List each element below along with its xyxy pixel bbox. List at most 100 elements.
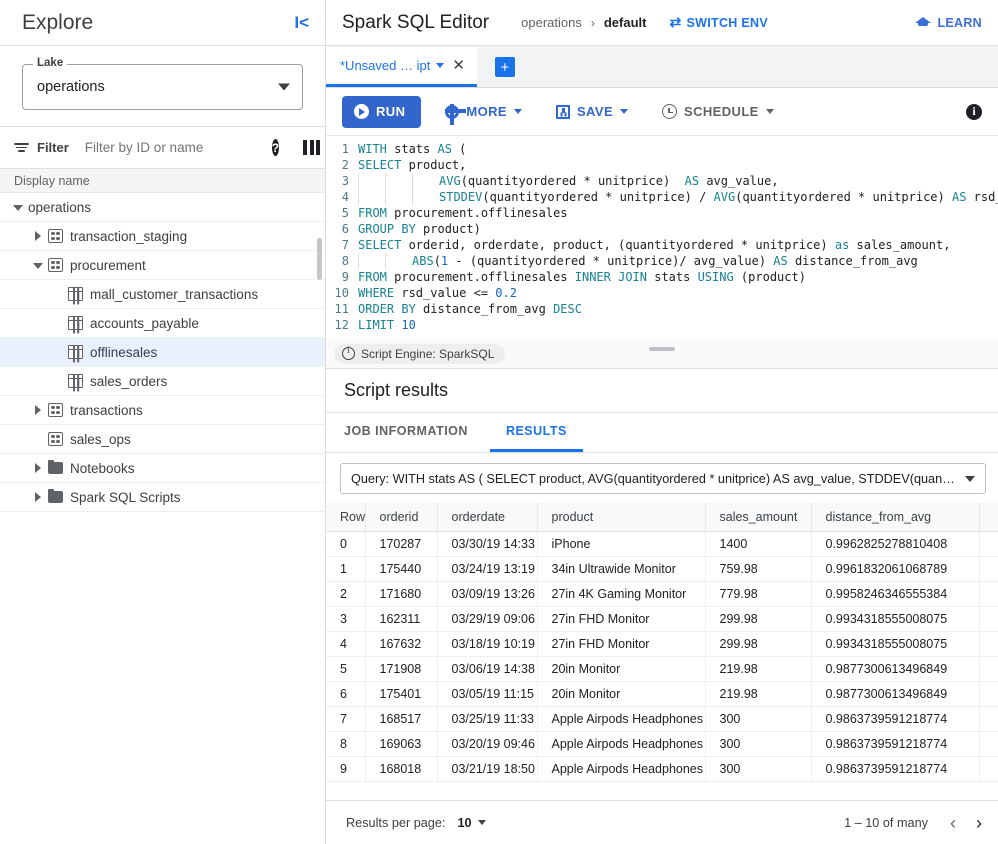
add-tab-button[interactable]: + bbox=[494, 57, 515, 77]
table-row[interactable]: 1 175440 03/24/19 13:19 34in Ultrawide Moni… bbox=[326, 556, 998, 582]
table-row[interactable]: 7 168517 03/25/19 11:33 Apple Airpods Headp… bbox=[326, 706, 998, 732]
run-button[interactable]: RUN bbox=[342, 95, 422, 128]
columns-toggle-icon[interactable] bbox=[303, 140, 321, 155]
script-engine-label: Script Engine: SparkSQL bbox=[361, 346, 495, 361]
sql-number: 0.2 bbox=[495, 286, 517, 300]
close-icon[interactable]: ✕ bbox=[452, 58, 465, 73]
column-header[interactable]: distance_from_avg bbox=[811, 503, 980, 532]
sql-keyword: AS bbox=[773, 254, 788, 268]
sql-code[interactable]: 1 WITH stats AS (2 SELECT product, 3 AVG(qua… bbox=[326, 136, 998, 333]
table-icon bbox=[68, 287, 83, 301]
table-cell: 8 bbox=[326, 731, 366, 757]
chevron-down-icon[interactable] bbox=[436, 63, 445, 68]
drag-handle-icon[interactable] bbox=[649, 347, 675, 351]
save-button[interactable]: SAVE bbox=[546, 96, 638, 128]
chevron-down-icon[interactable] bbox=[477, 820, 486, 825]
next-page-button[interactable]: › bbox=[976, 814, 982, 832]
column-header[interactable]: Row bbox=[326, 503, 366, 532]
chevron-right-icon[interactable] bbox=[32, 404, 45, 417]
code-line: 12 LIMIT 10 bbox=[326, 317, 998, 333]
table-cell: 175440 bbox=[365, 556, 438, 582]
query-select[interactable]: Query: WITH stats AS ( SELECT product, A… bbox=[340, 463, 986, 494]
table-cell: 300 bbox=[705, 756, 812, 782]
tree-item-notebooks[interactable]: Notebooks bbox=[0, 454, 325, 483]
table-row[interactable]: 9 168018 03/21/19 18:50 Apple Airpods Headp… bbox=[326, 756, 998, 782]
sql-editor[interactable]: 1 WITH stats AS (2 SELECT product, 3 AVG(qua… bbox=[326, 136, 998, 339]
caret-placeholder bbox=[52, 375, 65, 388]
sidebar-scrollbar-thumb[interactable] bbox=[317, 238, 322, 280]
chevron-down-icon[interactable] bbox=[278, 83, 290, 91]
schedule-button[interactable]: SCHEDULE bbox=[652, 96, 784, 128]
tree-item-spark sql scripts[interactable]: Spark SQL Scripts bbox=[0, 483, 325, 512]
more-button[interactable]: MORE bbox=[435, 96, 532, 128]
column-header[interactable] bbox=[979, 503, 998, 532]
tree-item-mall-customer-transactions[interactable]: mall_customer_transactions bbox=[0, 280, 325, 309]
info-icon[interactable]: i bbox=[966, 103, 982, 120]
table-row[interactable]: 2 171680 03/09/19 13:26 27in 4K Gaming Moni… bbox=[326, 581, 998, 607]
sql-number: 10 bbox=[401, 318, 416, 332]
filter-input[interactable] bbox=[76, 139, 264, 156]
tree-item-operations[interactable]: operations bbox=[0, 193, 325, 222]
prev-page-button[interactable]: ‹ bbox=[950, 814, 956, 832]
code-text: WITH stats AS ( bbox=[358, 141, 466, 157]
table-cell: 03/30/19 14:33 bbox=[437, 531, 538, 557]
table-cell: 03/21/19 18:50 bbox=[437, 756, 538, 782]
tab-results[interactable]: RESULTS bbox=[489, 413, 583, 452]
lake-select[interactable]: Lake operations bbox=[22, 57, 303, 110]
chevron-right-icon[interactable] bbox=[32, 230, 45, 243]
table-cell: 0.9962825278810408 bbox=[811, 531, 980, 557]
table-cell: 219.98 bbox=[705, 656, 812, 682]
table-row[interactable]: 6 175401 03/05/19 11:15 20in Monitor 219.98 0… bbox=[326, 681, 998, 707]
tree-item-transaction-staging[interactable]: transaction_staging bbox=[0, 222, 325, 251]
table-row[interactable]: 8 169063 03/20/19 09:46 Apple Airpods Headp… bbox=[326, 731, 998, 757]
results-table-wrap[interactable]: Row orderid orderdate product sales_amount di… bbox=[326, 503, 998, 800]
table-row[interactable]: 0 170287 03/30/19 14:33 iPhone 1400 0.9962825… bbox=[326, 531, 998, 557]
chevron-right-icon[interactable] bbox=[32, 462, 45, 475]
tree-item-offlinesales[interactable]: offlinesales bbox=[0, 338, 325, 367]
tree-item-sales-ops[interactable]: sales_ops bbox=[0, 425, 325, 454]
table-cell: 171680 bbox=[365, 581, 438, 607]
switch-env-button[interactable]: ⇄ SWITCH ENV bbox=[669, 14, 768, 31]
line-number: 12 bbox=[334, 318, 349, 332]
tree-item-accounts-payable[interactable]: accounts_payable bbox=[0, 309, 325, 338]
tab-job-information[interactable]: JOB INFORMATION bbox=[344, 413, 490, 452]
column-header[interactable]: product bbox=[537, 503, 706, 532]
table-cell: 03/18/19 10:19 bbox=[437, 631, 538, 657]
run-label: RUN bbox=[376, 104, 406, 119]
tree-item-label: transactions bbox=[70, 402, 143, 418]
chevron-down-icon[interactable] bbox=[965, 475, 975, 482]
column-header[interactable]: orderdate bbox=[437, 503, 538, 532]
sql-keyword: AVG bbox=[439, 174, 461, 188]
table-cell: 20in Monitor bbox=[537, 681, 706, 707]
sql-keyword: AS bbox=[951, 190, 967, 204]
filter-label: Filter bbox=[37, 140, 69, 155]
tree-item-transactions[interactable]: transactions bbox=[0, 396, 325, 425]
chevron-right-icon[interactable] bbox=[32, 491, 45, 504]
learn-button[interactable]: LEARN bbox=[915, 16, 982, 30]
tree-item-procurement[interactable]: procurement bbox=[0, 251, 325, 280]
tree-item-label: sales_orders bbox=[90, 373, 168, 389]
tree-item-sales-orders[interactable]: sales_orders bbox=[0, 367, 325, 396]
save-disk-icon bbox=[555, 104, 570, 119]
sql-text: (quantityordered * unitprice) / bbox=[482, 190, 714, 204]
table-row[interactable]: 5 171908 03/06/19 14:38 20in Monitor 219.98 0… bbox=[326, 656, 998, 682]
sql-keyword: as bbox=[834, 238, 850, 252]
document-tab[interactable]: *Unsaved … ipt ✕ bbox=[326, 47, 477, 87]
table-row[interactable]: 4 167632 03/18/19 10:19 27in FHD Monitor 299… bbox=[326, 631, 998, 657]
collapse-sidebar-icon[interactable]: I< bbox=[294, 14, 309, 31]
tree-item-label: offlinesales bbox=[90, 344, 158, 360]
document-tabstrip: *Unsaved … ipt ✕ + bbox=[326, 46, 998, 88]
table-row[interactable]: 3 162311 03/29/19 09:06 27in FHD Monitor 299… bbox=[326, 606, 998, 632]
lake-label: Lake bbox=[33, 57, 68, 69]
breadcrumb-project[interactable]: operations bbox=[521, 15, 582, 30]
code-line: 3 AVG(quantityordered * unitprice) AS avg… bbox=[326, 173, 998, 189]
column-header[interactable]: sales_amount bbox=[705, 503, 812, 532]
filter-icon[interactable] bbox=[14, 142, 29, 153]
column-header[interactable]: orderid bbox=[365, 503, 438, 532]
results-per-page-value[interactable]: 10 bbox=[457, 816, 471, 830]
chevron-down-icon[interactable] bbox=[32, 259, 45, 272]
chevron-down-icon[interactable] bbox=[12, 201, 25, 214]
code-text: STDDEV(quantityordered * unitprice) / AV… bbox=[358, 189, 998, 205]
help-icon[interactable]: ? bbox=[271, 139, 280, 156]
database-icon bbox=[48, 432, 63, 446]
